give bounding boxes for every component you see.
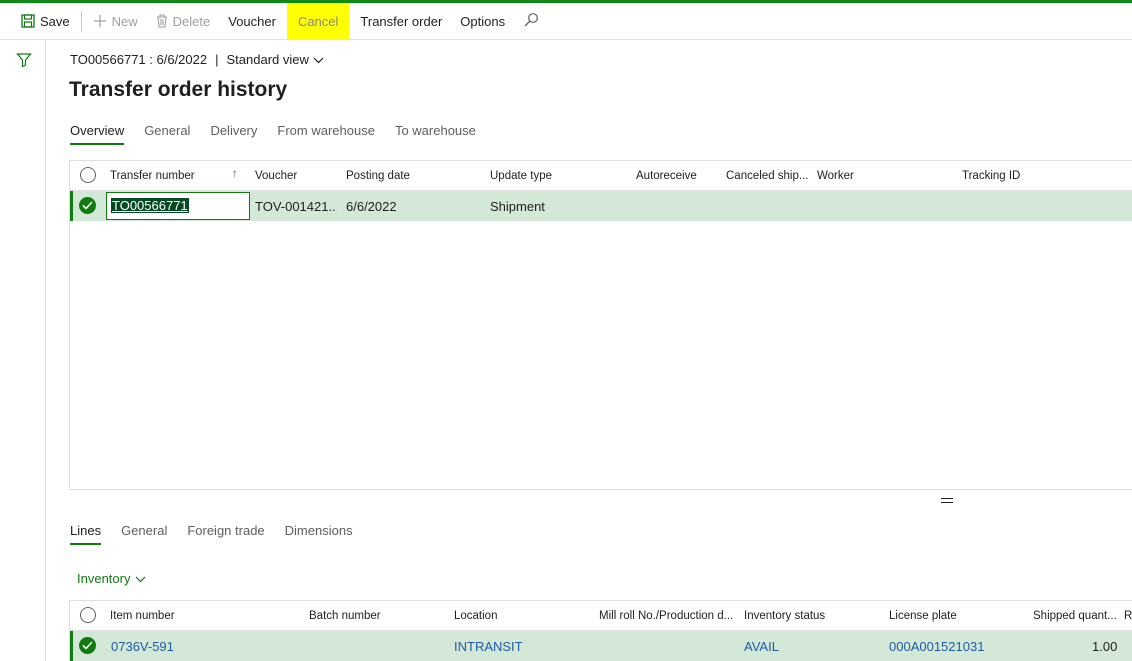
divider [80, 11, 82, 31]
col-truncated[interactable]: Re [1124, 610, 1132, 622]
plus-icon [93, 14, 107, 28]
lines-grid: Item number Batch number Location Mill r… [69, 600, 1132, 661]
table-row[interactable]: TO00566771 TOV-001421... 6/6/2022 Shipme… [70, 191, 1132, 221]
save-button[interactable]: Save [12, 3, 79, 40]
top-tabs: Overview General Delivery From warehouse… [70, 123, 476, 145]
col-batch-number[interactable]: Batch number [309, 610, 381, 622]
col-voucher[interactable]: Voucher [255, 170, 297, 182]
cancel-label: Cancel [297, 13, 339, 29]
history-grid: Transfer number ↑ Voucher Posting date U… [69, 160, 1132, 490]
search-button[interactable] [514, 3, 549, 40]
shipped-quantity-cell: 1.00 [1092, 639, 1118, 654]
transfer-number-value[interactable]: TO00566771 [111, 198, 189, 213]
row-selected-check-icon[interactable] [79, 197, 96, 214]
left-rail [0, 40, 46, 661]
cancel-button[interactable]: Cancel [286, 2, 350, 40]
select-all-radio[interactable] [80, 607, 96, 623]
lines-tabs: Lines General Foreign trade Dimensions [70, 523, 353, 545]
col-license-plate[interactable]: License plate [889, 610, 957, 622]
location-link[interactable]: INTRANSIT [454, 639, 523, 654]
view-label: Standard view [226, 52, 309, 67]
grid-header: Item number Batch number Location Mill r… [70, 601, 1132, 631]
col-update-type[interactable]: Update type [490, 170, 552, 182]
col-location[interactable]: Location [454, 610, 497, 622]
pane-splitter[interactable] [941, 498, 953, 503]
tab-general[interactable]: General [144, 123, 190, 145]
voucher-label: Voucher [228, 13, 276, 29]
col-canceled-ship[interactable]: Canceled ship... [726, 170, 808, 182]
row-selected-check-icon[interactable] [79, 637, 96, 654]
tab-lines-general[interactable]: General [121, 523, 167, 545]
table-row[interactable]: 0736V-591 INTRANSIT AVAIL 000A001521031 … [70, 631, 1132, 661]
save-label: Save [40, 13, 70, 29]
col-transfer-number[interactable]: Transfer number [110, 170, 195, 182]
page-title: Transfer order history [69, 78, 288, 101]
filter-icon[interactable] [16, 52, 32, 68]
trash-icon [156, 14, 168, 28]
transfer-order-label: Transfer order [360, 13, 443, 29]
save-icon [21, 14, 35, 28]
inventory-menu-button[interactable]: Inventory [77, 571, 146, 586]
item-number-link[interactable]: 0736V-591 [111, 639, 174, 654]
tab-lines[interactable]: Lines [70, 523, 102, 545]
col-worker[interactable]: Worker [817, 170, 854, 182]
inventory-label: Inventory [77, 571, 131, 586]
col-tracking-id[interactable]: Tracking ID [962, 170, 1020, 182]
tab-delivery[interactable]: Delivery [210, 123, 257, 145]
posting-date-cell: 6/6/2022 [346, 199, 397, 214]
delete-button[interactable]: Delete [147, 3, 220, 40]
inventory-status-link[interactable]: AVAIL [744, 639, 779, 654]
voucher-button[interactable]: Voucher [219, 3, 285, 40]
grid-header: Transfer number ↑ Voucher Posting date U… [70, 161, 1132, 191]
options-button[interactable]: Options [451, 3, 514, 40]
voucher-cell: TOV-001421... [255, 199, 337, 214]
new-label: New [111, 13, 138, 29]
license-plate-link[interactable]: 000A001521031 [889, 639, 984, 654]
view-selector[interactable]: Standard view [227, 52, 324, 67]
col-inventory-status[interactable]: Inventory status [744, 610, 825, 622]
sort-ascending-icon[interactable]: ↑ [232, 168, 238, 180]
col-mill-roll[interactable]: Mill roll No./Production d... [599, 610, 737, 622]
tab-from-warehouse[interactable]: From warehouse [277, 123, 375, 145]
record-caption: TO00566771 : 6/6/2022 [70, 52, 208, 67]
transfer-order-button[interactable]: Transfer order [351, 3, 451, 40]
action-bar: Save New Delete Voucher Cancel Transfer … [0, 2, 1132, 40]
tab-dimensions[interactable]: Dimensions [285, 523, 353, 545]
select-all-radio[interactable] [80, 167, 96, 183]
search-icon [524, 12, 539, 30]
breadcrumb: TO00566771 : 6/6/2022 | Standard view [70, 52, 324, 67]
delete-label: Delete [172, 13, 211, 29]
col-autoreceive[interactable]: Autoreceive [636, 170, 697, 182]
col-item-number[interactable]: Item number [110, 610, 175, 622]
tab-overview[interactable]: Overview [70, 123, 125, 145]
col-posting-date[interactable]: Posting date [346, 170, 410, 182]
chevron-down-icon [313, 52, 324, 67]
new-button[interactable]: New [84, 3, 147, 40]
tab-foreign-trade[interactable]: Foreign trade [187, 523, 264, 545]
tab-to-warehouse[interactable]: To warehouse [395, 123, 476, 145]
chevron-down-icon [135, 571, 146, 586]
options-label: Options [460, 13, 506, 29]
col-shipped-quantity[interactable]: Shipped quant... [1033, 610, 1118, 622]
breadcrumb-separator: | [215, 52, 219, 67]
update-type-cell: Shipment [490, 199, 545, 214]
